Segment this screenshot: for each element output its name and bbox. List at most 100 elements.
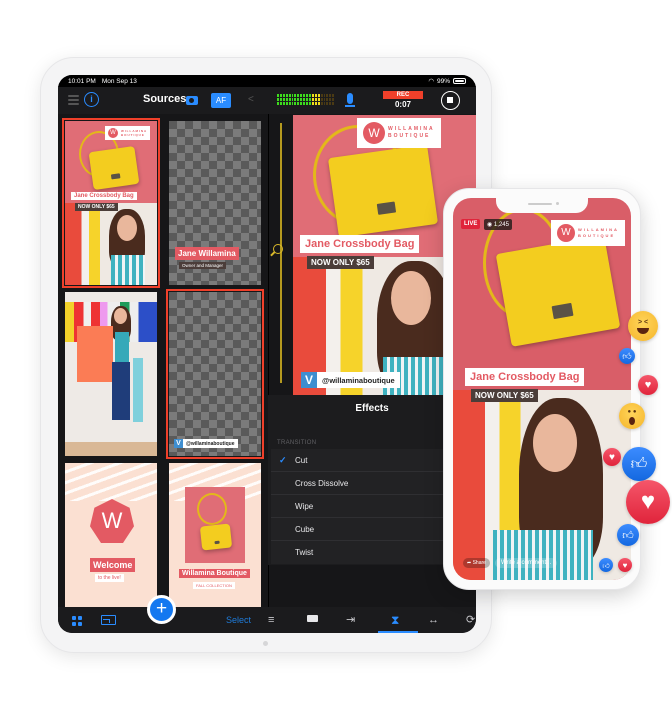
yellow-bag-image [88,145,140,191]
status-time: 10:01 PM [68,77,96,85]
preview-title-label: Jane Crossbody Bag [300,235,420,253]
meter-segment [314,94,317,105]
coral-shirt [77,326,113,382]
love-reaction-icon: ♥ [603,448,621,466]
menu-icon[interactable] [68,95,79,105]
eye-icon: ◉ [487,222,494,228]
phone-bag-image [495,235,621,347]
role-label: Owner and Manager [179,262,227,269]
wifi-icon: ◠ [428,78,434,85]
transition-icon[interactable]: ⧗ [391,614,399,626]
meter-segment [308,94,311,105]
welcome-subtitle: to the live! [95,574,124,582]
welcome-title: Welcome [90,558,136,572]
source-tile-social-tag[interactable]: V @willaminaboutique [166,289,264,459]
meter-segment [297,94,300,105]
love-reaction-icon: ♥ [618,558,632,572]
love-reaction-icon: ♥ [626,480,670,524]
battery-icon [453,78,466,84]
source-tile-lower-third[interactable]: Jane Willamina Owner and Manager [169,121,261,285]
ipad-camera-dot [263,641,268,646]
phone-price-label: NOW ONLY $65 [471,389,538,402]
audio-icon[interactable]: ↔ [428,614,439,626]
meter-segment [277,94,279,105]
microphone-icon[interactable] [345,93,355,107]
source-tile-collection[interactable]: Willamina Boutique FALL COLLECTION [169,463,261,608]
meter-segment [326,94,329,105]
battery-percent: 99% [436,77,450,85]
preview-price-label: NOW ONLY $65 [307,256,374,269]
phone-notch [496,197,588,213]
haha-reaction-icon: > < [628,311,658,341]
phone-action-bar: ➦ Share Write a comment... [463,558,558,568]
info-icon[interactable]: i [84,92,99,107]
vimeo-icon: V [301,372,317,388]
source-tile-welcome[interactable]: W Welcome to the live! [65,463,157,608]
meter-segment [332,94,335,105]
wow-reaction-icon: ● ● [619,403,645,429]
viewer-count: ◉ 1,245 [484,219,512,230]
output-icon[interactable]: ⇥ [346,614,355,626]
share-button[interactable]: ➦ Share [463,558,490,568]
share-icon[interactable]: < [248,94,254,105]
status-date: Mon Sep 13 [101,77,137,85]
add-source-button[interactable]: + [147,595,176,624]
camera-icon[interactable] [186,96,198,105]
meter-segment [323,94,326,105]
like-reaction-icon: 👍︎ [599,558,613,572]
camera-icon[interactable] [307,615,318,622]
meter-segment [282,94,285,105]
woman-photo [65,203,157,285]
bottom-toolbar: + Select ≡ ⇥ ⧗ ↔ ⟳ [58,595,476,633]
layout-icon[interactable] [101,615,116,625]
live-badge: LIVE [461,219,481,229]
vimeo-icon: V [174,439,183,448]
active-tab-indicator [378,631,418,633]
source-tile-product[interactable]: W WILLAMINA BOUTIQUE Jane Crossbody Bag N… [62,118,160,288]
brush-strokes [65,463,157,501]
phone-title-label: Jane Crossbody Bag [465,368,585,386]
meter-segment [303,94,306,105]
select-button[interactable]: Select [226,615,251,625]
name-label: Jane Willamina [175,247,239,260]
phone-screen: W WILLAMINA BOUTIQUE Jane Crossbody Bag N… [453,198,631,580]
like-reaction-icon: 👍︎ [622,447,656,481]
stop-button[interactable] [441,91,460,110]
social-handle-tag: V @willaminaboutique [174,439,238,448]
comment-input[interactable]: Write a comment... [494,558,558,568]
status-bar: 10:01 PM Mon Sep 13 ◠ 99% [58,75,476,87]
marketing-composite: 10:01 PM Mon Sep 13 ◠ 99% i Sources AF <… [0,0,672,710]
price-label: NOW ONLY $65 [75,203,118,211]
bag-photo [185,487,245,563]
ipad-screen: 10:01 PM Mon Sep 13 ◠ 99% i Sources AF <… [58,75,476,633]
floor [65,442,157,456]
grid-icon[interactable] [72,616,82,626]
sources-title: Sources [143,93,187,105]
source-grid: W WILLAMINA BOUTIQUE Jane Crossbody Bag N… [62,118,264,608]
phone-brand-logo: W WILLAMINA BOUTIQUE [551,220,625,246]
rec-badge: REC [383,91,423,99]
zoom-search-icon[interactable] [273,244,283,254]
meter-segment [300,94,303,105]
collection-title: Willamina Boutique [179,569,250,578]
meter-segment [279,94,282,105]
preview-brand-logo: W WILLAMINA BOUTIQUE [357,118,441,148]
meter-segment [288,94,291,105]
meter-segment [285,94,288,105]
meter-segment [329,94,332,105]
meter-segment [291,94,294,105]
meter-segment [317,94,320,105]
loop-icon[interactable]: ⟳ [466,614,475,626]
adjustments-icon[interactable]: ≡ [268,614,274,626]
audio-level-meter [277,94,335,105]
preview-social-tag: V @willaminaboutique [301,372,400,388]
source-tile-photo[interactable] [65,292,157,456]
meter-segment [306,94,308,105]
transition-section-label: TRANSITION [277,440,317,446]
love-reaction-icon: ♥ [638,375,658,395]
checkmark-icon: ✓ [279,455,287,465]
meter-segment [311,94,314,105]
brand-logo: W WILLAMINA BOUTIQUE [105,126,151,140]
preview-bag-image [327,144,439,238]
af-button[interactable]: AF [211,93,231,108]
